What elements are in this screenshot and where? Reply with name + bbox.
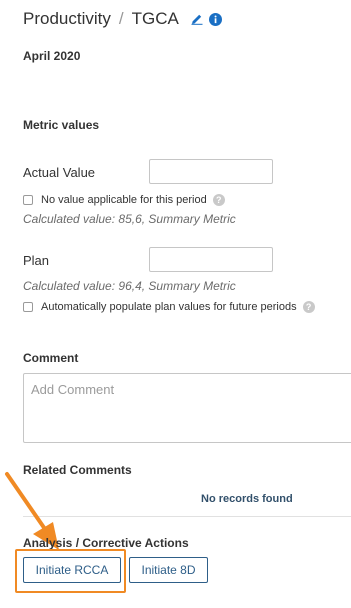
actual-value-input[interactable] xyxy=(149,159,273,184)
comment-textarea[interactable]: Add Comment xyxy=(23,373,351,443)
metric-values-heading: Metric values xyxy=(23,118,100,132)
initiate-8d-button[interactable]: Initiate 8D xyxy=(129,557,208,583)
title-text: TGCA xyxy=(131,9,179,28)
initiate-rcca-button[interactable]: Initiate RCCA xyxy=(23,557,121,583)
comment-placeholder: Add Comment xyxy=(31,382,115,397)
help-icon[interactable]: ? xyxy=(302,301,315,313)
no-value-row: No value applicable for this period ? xyxy=(23,194,225,206)
help-icon[interactable]: ? xyxy=(212,194,225,206)
actual-value-label: Actual Value xyxy=(23,165,96,180)
period-label: April 2020 xyxy=(23,49,81,63)
plan-calculated-value: Calculated value: 96,4, Summary Metric xyxy=(23,279,236,293)
auto-populate-checkbox[interactable] xyxy=(23,302,33,312)
page-title: Productivity / TGCA xyxy=(23,9,222,29)
no-records-text: No records found xyxy=(201,493,293,505)
comment-heading: Comment xyxy=(23,351,79,365)
pencil-icon[interactable] xyxy=(191,13,203,25)
plan-input[interactable] xyxy=(149,247,273,272)
no-value-label: No value applicable for this period xyxy=(41,194,207,206)
actual-calculated-value: Calculated value: 85,6, Summary Metric xyxy=(23,212,236,226)
no-value-checkbox[interactable] xyxy=(23,195,33,205)
info-icon[interactable] xyxy=(208,12,222,26)
auto-populate-row: Automatically populate plan values for f… xyxy=(23,301,315,313)
auto-populate-label: Automatically populate plan values for f… xyxy=(41,301,297,313)
breadcrumb-parent[interactable]: Productivity xyxy=(23,9,111,29)
actions-heading: Analysis / Corrective Actions xyxy=(23,536,189,550)
plan-label: Plan xyxy=(23,253,50,268)
breadcrumb-separator: / xyxy=(118,9,124,28)
